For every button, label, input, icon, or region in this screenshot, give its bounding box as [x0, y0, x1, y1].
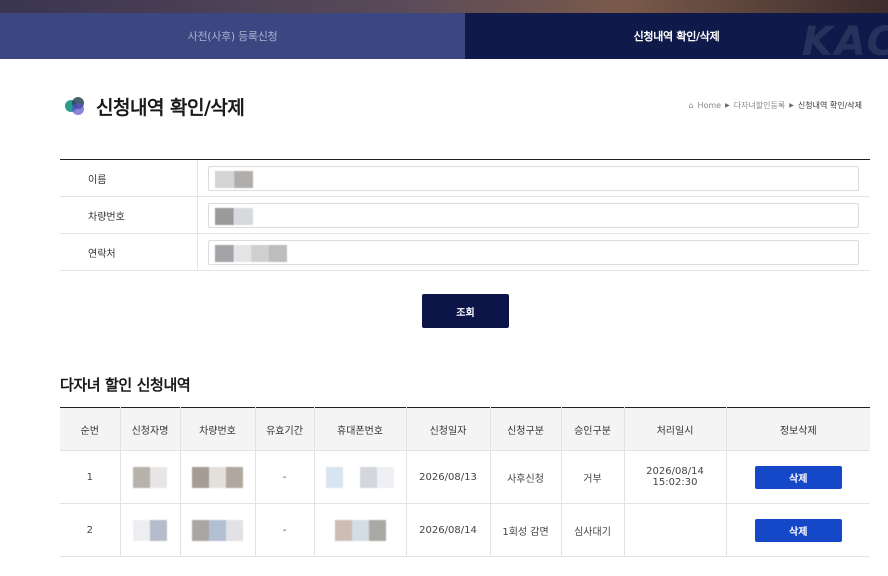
- search-form: 이름 차량번호 연락처: [60, 159, 870, 271]
- results-table: 순번 신청자명 차량번호 유효기간 휴대폰번호 신청일자 신청구분 승인구분 처…: [60, 407, 870, 557]
- home-icon: ⌂: [688, 101, 694, 110]
- redacted-block: [251, 244, 268, 262]
- phone-input[interactable]: [208, 239, 859, 265]
- tab-check-delete[interactable]: 신청내역 확인/삭제 KAC: [465, 13, 888, 59]
- table-row: 2 - 2026/08/14 1회성 감면 심사대기 삭제: [60, 503, 870, 557]
- hero-banner-strip: [0, 0, 888, 13]
- col-header: 차량번호: [180, 407, 256, 451]
- redacted-block: [133, 519, 167, 541]
- redacted-block: [192, 519, 243, 541]
- col-header: 처리일시: [624, 407, 727, 451]
- redacted-block: [334, 519, 386, 541]
- breadcrumb: ⌂ Home ▶ 다자녀할인등록 ▶ 신청내역 확인/삭제: [688, 100, 862, 111]
- tab-check-delete-label: 신청내역 확인/삭제: [633, 30, 720, 43]
- processed-datetime: 2026/08/14 15:02:30: [624, 450, 727, 504]
- row-number: 1: [60, 450, 121, 504]
- redacted-block: [268, 244, 287, 262]
- redacted-block: [133, 466, 167, 488]
- apply-date: 2026/08/13: [406, 450, 491, 504]
- delete-button[interactable]: 삭제: [754, 518, 842, 542]
- page-header: 신청내역 확인/삭제 ⌂ Home ▶ 다자녀할인등록 ▶ 신청내역 확인/삭제: [60, 90, 870, 122]
- valid-period: -: [255, 450, 315, 504]
- breadcrumb-current: 신청내역 확인/삭제: [797, 101, 862, 110]
- car-number-input[interactable]: [208, 202, 859, 228]
- col-header: 신청구분: [490, 407, 562, 451]
- car-number-label: 차량번호: [60, 197, 198, 233]
- tab-bar: 사전(사후) 등록신청 신청내역 확인/삭제 KAC: [0, 13, 888, 59]
- name-input[interactable]: [208, 165, 859, 191]
- apply-type: 사후신청: [490, 450, 562, 504]
- page-title: 신청내역 확인/삭제: [96, 97, 245, 119]
- applicant-name: [120, 450, 181, 504]
- brand-logo-icon: [65, 97, 84, 115]
- breadcrumb-section[interactable]: 다자녀할인등록: [734, 100, 786, 111]
- redacted-block: [326, 466, 394, 488]
- car-number: [180, 450, 256, 504]
- approval-status: 거부: [561, 450, 625, 504]
- car-number: [180, 503, 256, 557]
- table-header-row: 순번 신청자명 차량번호 유효기간 휴대폰번호 신청일자 신청구분 승인구분 처…: [60, 407, 870, 451]
- col-header: 신청일자: [406, 407, 491, 451]
- approval-status: 심사대기: [561, 503, 625, 557]
- form-row-name: 이름: [60, 160, 870, 197]
- applicant-name: [120, 503, 181, 557]
- processed-datetime: [624, 503, 727, 557]
- delete-button[interactable]: 삭제: [754, 465, 842, 489]
- search-button[interactable]: 조회: [422, 294, 509, 328]
- form-row-phone: 연락처: [60, 234, 870, 271]
- col-header: 유효기간: [255, 407, 315, 451]
- table-row: 1 - 2026/08/13 사후신청 거부 2026/08/14 15:02:…: [60, 450, 870, 504]
- form-row-car: 차량번호: [60, 197, 870, 234]
- tab-registration-label: 사전(사후) 등록신청: [187, 30, 278, 43]
- breadcrumb-separator-icon: ▶: [789, 102, 794, 109]
- redacted-block: [234, 207, 253, 225]
- col-header: 승인구분: [561, 407, 625, 451]
- redacted-block: [234, 170, 253, 188]
- redacted-block: [215, 207, 234, 225]
- phone-number: [314, 503, 407, 557]
- redacted-block: [215, 170, 234, 188]
- apply-type: 1회성 감면: [490, 503, 562, 557]
- breadcrumb-home[interactable]: Home: [697, 101, 721, 110]
- results-section-title: 다자녀 할인 신청내역: [60, 376, 191, 394]
- col-header: 휴대폰번호: [314, 407, 407, 451]
- name-label: 이름: [60, 160, 198, 196]
- row-number: 2: [60, 503, 121, 557]
- kac-watermark-logo: KAC: [801, 19, 888, 59]
- col-header: 신청자명: [120, 407, 181, 451]
- redacted-block: [234, 244, 251, 262]
- redacted-block: [215, 244, 234, 262]
- tab-registration[interactable]: 사전(사후) 등록신청: [0, 13, 465, 59]
- col-header: 순번: [60, 407, 121, 451]
- phone-number: [314, 450, 407, 504]
- apply-date: 2026/08/14: [406, 503, 491, 557]
- breadcrumb-separator-icon: ▶: [725, 102, 730, 109]
- valid-period: -: [255, 503, 315, 557]
- col-header: 정보삭제: [726, 407, 870, 451]
- redacted-block: [192, 466, 243, 488]
- phone-label: 연락처: [60, 234, 198, 270]
